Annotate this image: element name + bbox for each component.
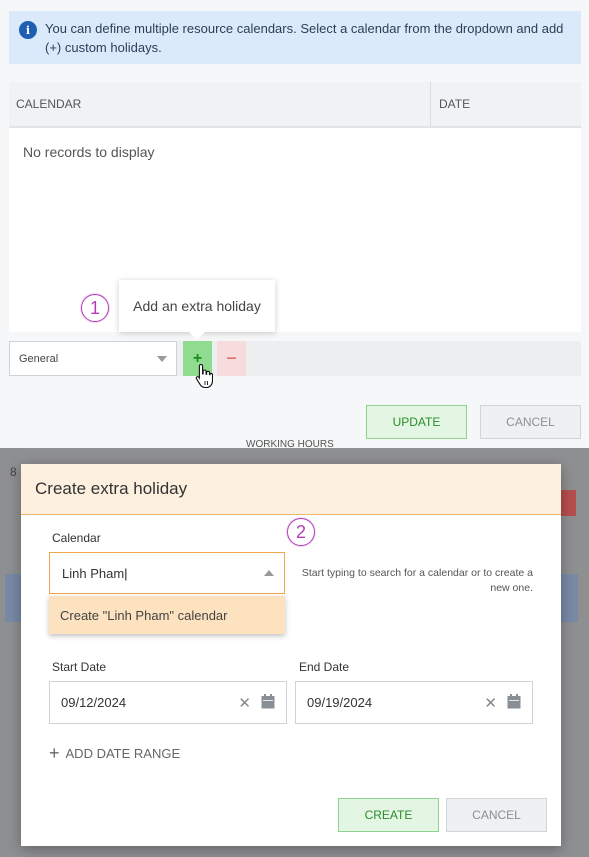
- background-info-banner-right: [560, 574, 578, 622]
- calendar-select[interactable]: General: [9, 341, 177, 376]
- add-holiday-tooltip: Add an extra holiday: [119, 280, 275, 340]
- calendar-icon[interactable]: [261, 694, 275, 709]
- cancel-button[interactable]: CANCEL: [480, 405, 581, 439]
- step-marker-2: 2: [287, 518, 315, 546]
- background-delete-icon: [560, 490, 576, 516]
- info-icon: i: [19, 21, 37, 39]
- clear-icon[interactable]: ✕: [238, 694, 251, 712]
- calendar-combobox[interactable]: Linh Pham: [49, 552, 285, 594]
- grid-toolbar: General + −: [9, 341, 581, 376]
- calendar-select-value: General: [19, 352, 59, 365]
- remove-holiday-button[interactable]: −: [217, 341, 246, 376]
- calendar-combobox-value: Linh Pham: [62, 566, 128, 581]
- column-header-calendar[interactable]: CALENDAR: [9, 82, 431, 126]
- end-date-value: 09/19/2024: [307, 695, 373, 710]
- dialog-cancel-button[interactable]: CANCEL: [446, 798, 547, 832]
- info-text: You can define multiple resource calenda…: [45, 21, 564, 55]
- start-date-field[interactable]: 09/12/2024 ✕: [49, 681, 287, 724]
- dialog-title: Create extra holiday: [21, 464, 561, 515]
- grid-header: CALENDAR DATE: [9, 82, 581, 128]
- step-marker-1: 1: [81, 294, 109, 322]
- chevron-down-icon: [157, 356, 167, 362]
- calendar-label: Calendar: [52, 531, 101, 545]
- start-date-value: 09/12/2024: [61, 695, 127, 710]
- create-button[interactable]: CREATE: [338, 798, 439, 832]
- resource-calendars-panel: i You can define multiple resource calen…: [0, 0, 589, 448]
- add-date-range-label: ADD DATE RANGE: [65, 746, 181, 761]
- calendar-icon[interactable]: [507, 694, 521, 709]
- background-working-hours-label: WORKING HOURS: [246, 439, 334, 450]
- empty-state-text: No records to display: [23, 144, 155, 160]
- hand-cursor-icon: [195, 363, 213, 389]
- end-date-label: End Date: [299, 660, 350, 674]
- chevron-up-icon[interactable]: [264, 570, 274, 576]
- column-header-date[interactable]: DATE: [431, 82, 581, 126]
- background-value: 8: [10, 465, 17, 479]
- update-button[interactable]: UPDATE: [366, 405, 467, 439]
- create-calendar-option[interactable]: Create "Linh Pham" calendar: [49, 596, 285, 634]
- end-date-field[interactable]: 09/19/2024 ✕: [295, 681, 533, 724]
- add-date-range-button[interactable]: + ADD DATE RANGE: [49, 743, 180, 764]
- info-banner: i You can define multiple resource calen…: [9, 11, 581, 64]
- start-date-label: Start Date: [52, 660, 107, 674]
- plus-icon: +: [49, 743, 60, 763]
- clear-icon[interactable]: ✕: [484, 694, 497, 712]
- calendar-hint: Start typing to search for a calendar or…: [301, 567, 533, 594]
